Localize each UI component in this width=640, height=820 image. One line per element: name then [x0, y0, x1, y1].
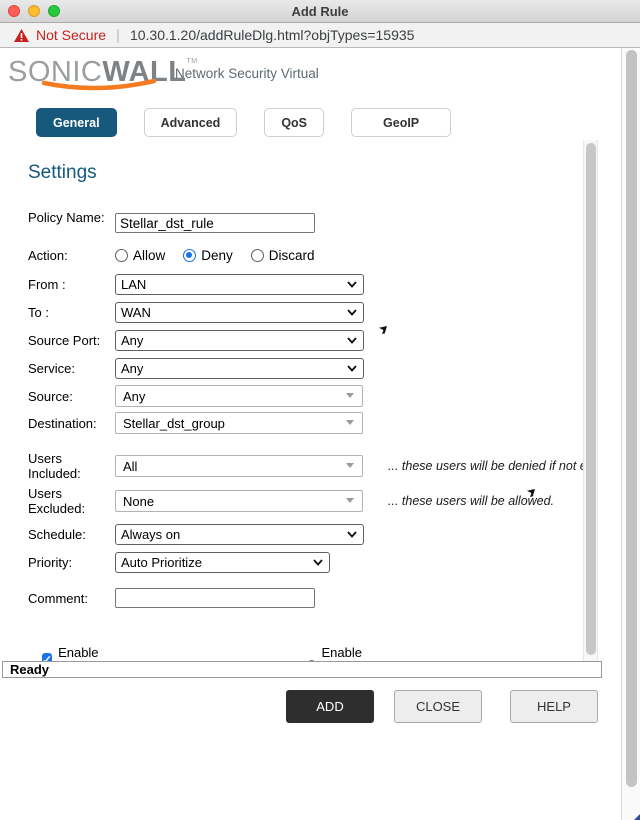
tab-geoip[interactable]: GeoIP: [351, 108, 451, 137]
source-port-select[interactable]: Any: [115, 330, 364, 351]
window-scrollbar-track[interactable]: [621, 48, 640, 820]
users-included-select[interactable]: All: [115, 455, 363, 477]
logo-swoosh-icon: [40, 79, 158, 93]
window-title: Add Rule: [0, 4, 640, 19]
schedule-row: Schedule: Always on: [0, 524, 583, 545]
chevron-down-icon: [347, 337, 357, 344]
form-scrollbar-thumb[interactable]: [586, 143, 596, 655]
destination-label: Destination:: [28, 416, 112, 431]
page-url: 10.30.1.20/addRuleDlg.html?objTypes=1593…: [130, 27, 414, 43]
to-label: To :: [28, 305, 112, 320]
dropdown-triangle-icon: [346, 498, 354, 503]
users-included-label: Users Included:: [28, 451, 112, 481]
from-select[interactable]: LAN: [115, 274, 364, 295]
source-port-value: Any: [121, 333, 143, 348]
chevron-down-icon: [313, 559, 323, 566]
destination-row: Destination: Stellar_dst_group: [0, 412, 583, 434]
source-select[interactable]: Any: [115, 385, 363, 407]
from-row: From : LAN: [0, 274, 583, 295]
help-button[interactable]: HELP: [510, 690, 598, 723]
radio-label: Discard: [269, 248, 315, 263]
chevron-down-icon: [347, 309, 357, 316]
service-value: Any: [121, 361, 143, 376]
trademark-mark: TM: [187, 58, 198, 65]
action-radio-allow[interactable]: Allow: [115, 248, 165, 263]
action-label: Action:: [28, 248, 112, 263]
priority-label: Priority:: [28, 555, 112, 570]
settings-heading: Settings: [28, 162, 97, 184]
schedule-label: Schedule:: [28, 527, 112, 542]
chevron-down-icon: [347, 531, 357, 538]
window-resize-grip[interactable]: [634, 814, 640, 820]
service-row: Service: Any: [0, 358, 583, 379]
users-included-value: All: [123, 459, 137, 474]
policy-name-label: Policy Name:: [28, 210, 112, 225]
enable-logging-label: Enable Logging: [58, 645, 109, 661]
comment-input[interactable]: [115, 588, 315, 608]
status-bar: Ready: [2, 661, 602, 678]
priority-value: Auto Prioritize: [121, 555, 202, 570]
priority-select[interactable]: Auto Prioritize: [115, 552, 330, 573]
policy-name-input[interactable]: [115, 213, 315, 233]
tab-advanced[interactable]: Advanced: [144, 108, 238, 137]
dropdown-triangle-icon: [346, 393, 354, 398]
users-excluded-note: ... these users will be allowed.: [388, 494, 554, 508]
users-included-note: ... these users will be denied if not ex…: [388, 459, 583, 473]
action-radio-discard[interactable]: Discard: [251, 248, 315, 263]
from-label: From :: [28, 277, 112, 292]
service-select[interactable]: Any: [115, 358, 364, 379]
close-button[interactable]: CLOSE: [394, 690, 482, 723]
url-separator: |: [116, 27, 120, 44]
checkbox-checked-icon: ✓: [42, 653, 52, 662]
comment-label: Comment:: [28, 591, 112, 606]
schedule-select[interactable]: Always on: [115, 524, 364, 545]
status-text: Ready: [3, 662, 49, 677]
dropdown-triangle-icon: [346, 420, 354, 425]
close-window-button[interactable]: [8, 5, 20, 17]
from-value: LAN: [121, 277, 146, 292]
enable-logging-checkbox[interactable]: ✓ Enable Logging: [42, 645, 109, 661]
browser-url-bar[interactable]: Not Secure | 10.30.1.20/addRuleDlg.html?…: [0, 23, 640, 48]
to-value: WAN: [121, 305, 151, 320]
users-excluded-value: None: [123, 494, 154, 509]
form-scrollbar-track[interactable]: [583, 140, 598, 661]
destination-select[interactable]: Stellar_dst_group: [115, 412, 363, 434]
radio-label: Deny: [201, 248, 233, 263]
source-value: Any: [123, 389, 145, 404]
product-name: Network Security Virtual: [175, 66, 319, 81]
add-button[interactable]: ADD: [286, 690, 374, 723]
destination-value: Stellar_dst_group: [123, 416, 225, 431]
not-secure-label: Not Secure: [36, 27, 106, 43]
source-label: Source:: [28, 389, 112, 404]
radio-selected-icon: [183, 249, 196, 262]
warning-icon: [14, 29, 29, 42]
service-label: Service:: [28, 361, 112, 376]
dropdown-triangle-icon: [346, 463, 354, 468]
to-row: To : WAN: [0, 302, 583, 323]
to-select[interactable]: WAN: [115, 302, 364, 323]
schedule-value: Always on: [121, 527, 180, 542]
priority-row: Priority: Auto Prioritize: [0, 552, 583, 573]
users-excluded-label: Users Excluded:: [28, 486, 112, 516]
tab-bar: General Advanced QoS GeoIP: [36, 108, 451, 137]
enable-botnet-checkbox[interactable]: Enable Botnet Filter: [308, 645, 369, 661]
source-row: Source: Any: [0, 385, 583, 407]
radio-label: Allow: [133, 248, 165, 263]
radio-icon: [115, 249, 128, 262]
radio-icon: [251, 249, 264, 262]
chevron-down-icon: [347, 365, 357, 372]
form-scroll-area: Settings Policy Name: Action: Allow Deny…: [0, 140, 583, 661]
users-excluded-select[interactable]: None: [115, 490, 363, 512]
tab-qos[interactable]: QoS: [264, 108, 324, 137]
minimize-window-button[interactable]: [28, 5, 40, 17]
action-radio-deny[interactable]: Deny: [183, 248, 233, 263]
chevron-down-icon: [347, 281, 357, 288]
enable-botnet-label: Enable Botnet Filter: [321, 645, 369, 661]
window-titlebar: Add Rule: [0, 0, 640, 23]
source-port-row: Source Port: Any: [0, 330, 583, 351]
source-port-label: Source Port:: [28, 333, 112, 348]
tab-general[interactable]: General: [36, 108, 117, 137]
window-scrollbar-thumb[interactable]: [626, 50, 637, 787]
zoom-window-button[interactable]: [48, 5, 60, 17]
